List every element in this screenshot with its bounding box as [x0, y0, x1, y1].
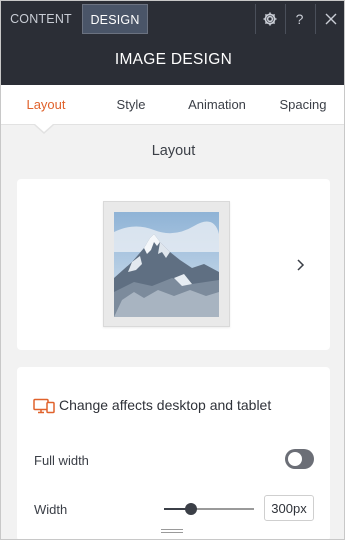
full-width-label: Full width: [34, 453, 89, 468]
width-input[interactable]: [264, 495, 314, 521]
tab-layout[interactable]: Layout: [17, 85, 75, 125]
width-slider-thumb[interactable]: [185, 503, 197, 515]
sub-tab-bar: Layout Style Animation Spacing: [1, 85, 344, 125]
panel-title: IMAGE DESIGN: [1, 35, 344, 85]
tab-animation[interactable]: Animation: [182, 85, 252, 125]
device-scope-notice: Change affects desktop and tablet: [59, 397, 272, 413]
toggle-knob: [288, 452, 302, 466]
desktop-tablet-icon: [33, 398, 55, 419]
top-bar: CONTENT DESIGN ?: [1, 1, 344, 35]
tab-style[interactable]: Style: [105, 85, 157, 125]
gear-icon[interactable]: [255, 4, 283, 34]
tab-spacing[interactable]: Spacing: [273, 85, 333, 125]
chevron-right-icon[interactable]: [293, 258, 307, 272]
mountain-image: [114, 212, 219, 317]
full-width-toggle[interactable]: [285, 449, 314, 469]
tab-design[interactable]: DESIGN: [82, 4, 148, 34]
help-icon[interactable]: ?: [285, 4, 313, 34]
layout-settings-card: Change affects desktop and tablet Full w…: [17, 367, 330, 539]
close-icon[interactable]: [315, 4, 344, 34]
layout-preview-card: [17, 179, 330, 350]
section-title: Layout: [151, 143, 196, 159]
active-tab-pointer: [35, 124, 53, 132]
resize-grip[interactable]: [161, 529, 183, 535]
tab-content[interactable]: CONTENT: [1, 4, 81, 34]
width-label: Width: [34, 502, 68, 517]
image-design-panel: CONTENT DESIGN ? IMAGE DESIGN Layout Sty…: [0, 0, 345, 540]
layout-thumbnail[interactable]: [103, 201, 230, 327]
